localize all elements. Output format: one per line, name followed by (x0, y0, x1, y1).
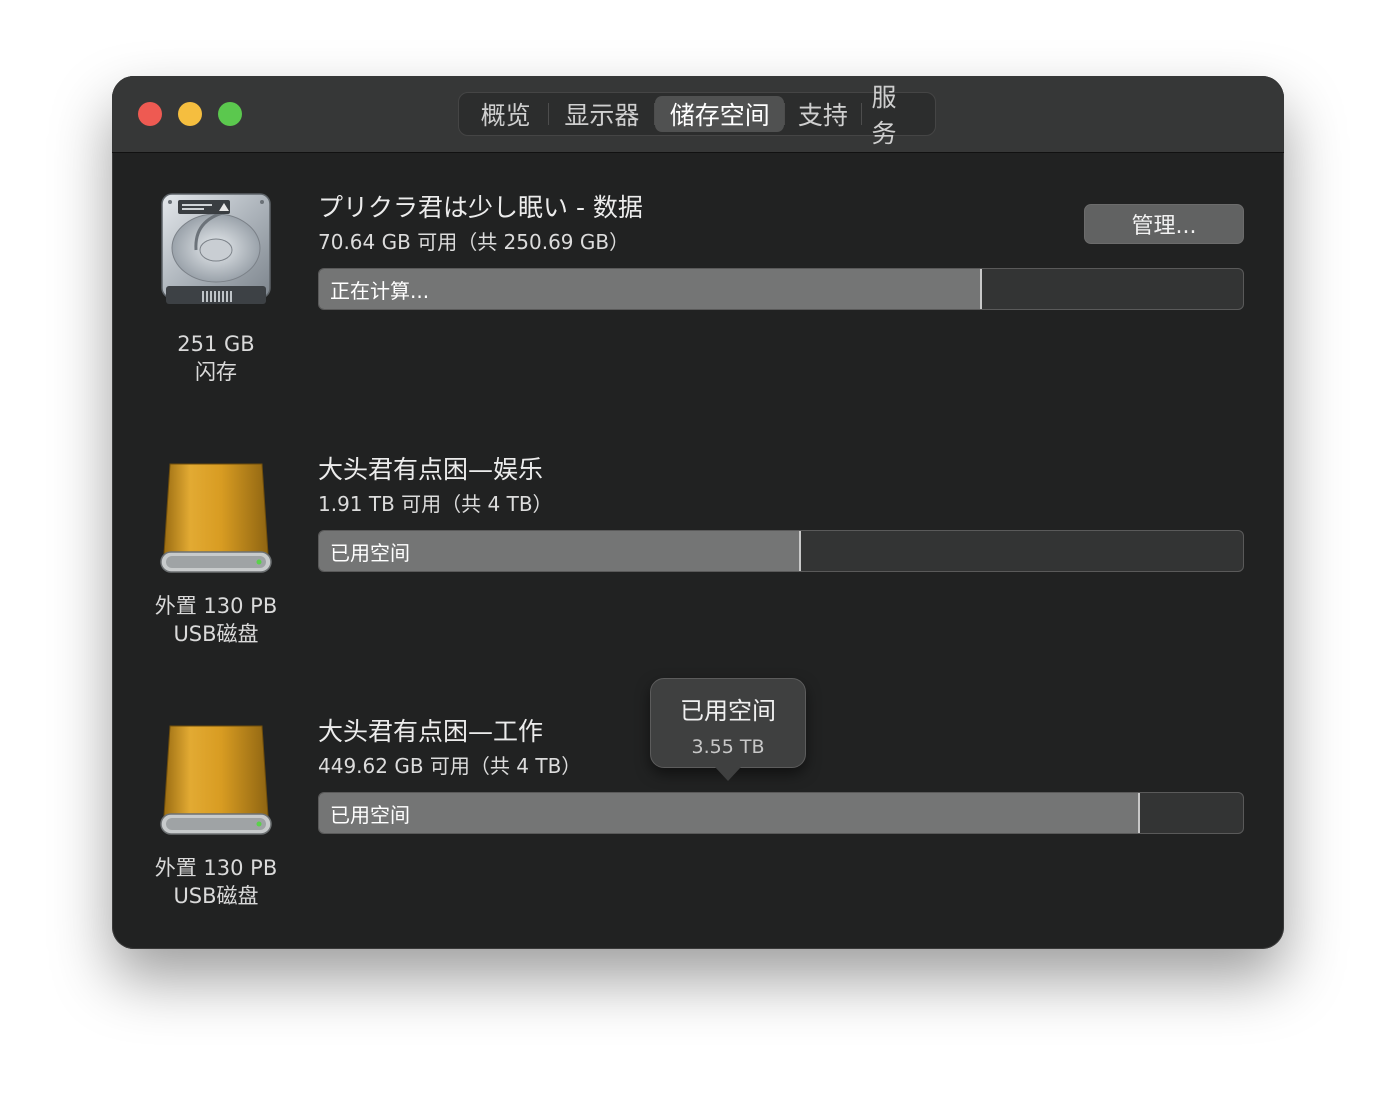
zoom-button[interactable] (218, 102, 242, 126)
storage-bar-label: 已用空间 (330, 802, 410, 827)
tab-overview[interactable]: 概览 (463, 96, 548, 132)
drive-name: プリクラ君は少し眠い - 数据 (318, 193, 643, 222)
external-disk-icon (160, 725, 272, 835)
tab-support[interactable]: 支持 (785, 96, 860, 132)
titlebar: 概览 显示器 储存空间 支持 服务 (112, 76, 1284, 153)
tooltip-value: 3.55 TB (691, 736, 765, 758)
storage-bar[interactable]: 已用空间 (318, 792, 1244, 834)
used-space-tooltip: 已用空间 3.55 TB (650, 678, 806, 781)
drive-type: USB磁盘 (173, 884, 259, 908)
storage-bar[interactable]: 正在计算... (318, 268, 1244, 310)
tooltip-title: 已用空间 (680, 697, 776, 725)
drive-available: 70.64 GB 可用（共 250.69 GB） (318, 230, 630, 254)
drive-type: USB磁盘 (173, 622, 259, 646)
drive-capacity: 外置 130 PB (154, 594, 278, 618)
drive-size-label: 外置 130 PB USB磁盘 (136, 854, 296, 910)
close-button[interactable] (138, 102, 162, 126)
drive-available: 449.62 GB 可用（共 4 TB） (318, 754, 582, 778)
drive-name: 大头君有点困—工作 (318, 717, 544, 746)
drive-size-label: 251 GB 闪存 (136, 330, 296, 386)
storage-bar-used (319, 793, 1140, 833)
minimize-button[interactable] (178, 102, 202, 126)
storage-window: 概览 显示器 储存空间 支持 服务 251 GB 闪存 プリクラ君は少し眠い -… (112, 76, 1284, 949)
drive-capacity: 251 GB (177, 332, 255, 356)
drive-size-label: 外置 130 PB USB磁盘 (136, 592, 296, 648)
drive-name: 大头君有点困—娱乐 (318, 455, 544, 484)
drive-type: 闪存 (195, 360, 237, 384)
tab-storage[interactable]: 储存空间 (655, 96, 785, 132)
tab-service[interactable]: 服务 (862, 83, 931, 148)
external-disk-icon (160, 463, 272, 573)
tooltip-pointer (715, 767, 741, 781)
tab-displays[interactable]: 显示器 (549, 96, 654, 132)
storage-bar-label: 已用空间 (330, 540, 410, 565)
internal-disk-icon (161, 193, 271, 304)
drive-capacity: 外置 130 PB (154, 856, 278, 880)
drive-available: 1.91 TB 可用（共 4 TB） (318, 492, 553, 516)
storage-bar[interactable]: 已用空间 (318, 530, 1244, 572)
tab-bar: 概览 显示器 储存空间 支持 服务 (458, 83, 936, 148)
manage-button[interactable]: 管理... (1084, 204, 1244, 244)
storage-bar-label: 正在计算... (330, 278, 430, 303)
